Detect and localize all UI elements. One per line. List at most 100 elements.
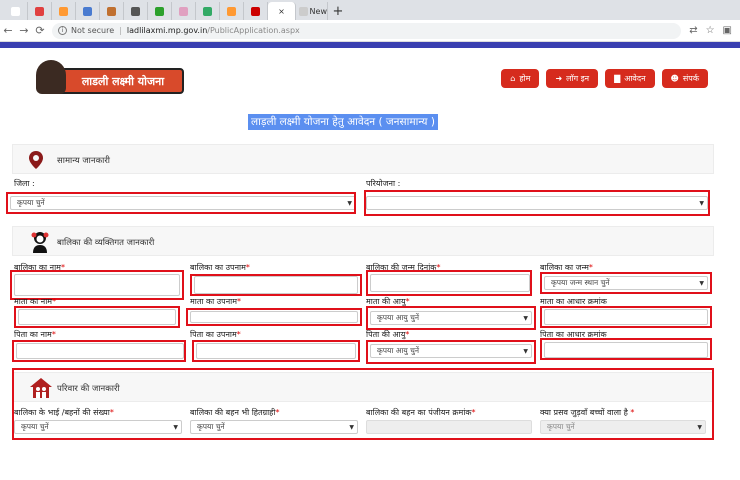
required-mark: * xyxy=(52,297,57,306)
browser-tab-new[interactable]: New xyxy=(296,2,328,20)
tab-favicon-icon xyxy=(107,6,116,16)
tab-favicon-icon xyxy=(203,6,212,16)
highlight-box xyxy=(540,272,712,294)
browser-tab[interactable] xyxy=(220,2,244,20)
tab-close-icon[interactable]: × xyxy=(278,7,285,16)
highlight-box xyxy=(186,308,362,326)
highlight-box xyxy=(366,340,536,364)
required-mark: * xyxy=(405,297,410,306)
personal-section-title: बालिका की व्यक्तिगत जानकारी xyxy=(57,238,155,248)
mother-surname-label-text: माता का उपनाम xyxy=(190,297,238,306)
highlight-box xyxy=(540,338,712,360)
back-icon[interactable]: ← xyxy=(0,24,16,37)
highlight-box xyxy=(14,306,180,328)
tab-favicon-icon xyxy=(155,6,164,16)
logo-figure-icon xyxy=(36,60,66,94)
logo-banner: लाडली लक्ष्मी योजना xyxy=(54,68,184,94)
tab-favicon-icon xyxy=(59,6,68,16)
required-mark: * xyxy=(236,330,241,339)
tab-favicon-icon xyxy=(251,6,260,16)
general-section-title: सामान्य जानकारी xyxy=(57,156,111,166)
address-bar: ← → ⟳ i Not secure | ladlilaxmi.mp.gov.i… xyxy=(0,20,740,42)
reload-icon[interactable]: ⟳ xyxy=(32,24,48,37)
father-name-label-text: पिता का नाम xyxy=(14,330,52,339)
map-pin-icon xyxy=(29,151,43,169)
nav-button-label: आवेदन xyxy=(624,74,646,83)
tab-label: New xyxy=(309,6,327,16)
browser-tab[interactable] xyxy=(52,2,76,20)
new-tab-icon[interactable]: + xyxy=(328,2,348,20)
father-name-label: पिता का नाम* xyxy=(14,329,56,340)
father-surname-label: पिता का उपनाम* xyxy=(190,329,241,340)
highlight-box xyxy=(6,192,356,214)
browser-tab[interactable] xyxy=(148,2,172,20)
required-mark: * xyxy=(245,263,250,272)
browser-tab[interactable] xyxy=(124,2,148,20)
tab-favicon-icon xyxy=(179,6,188,16)
translate-icon[interactable]: ⇄ xyxy=(689,25,697,36)
personal-section-header: बालिका की व्यक्तिगत जानकारी xyxy=(12,226,714,256)
browser-tab[interactable] xyxy=(100,2,124,20)
browser-tab[interactable] xyxy=(28,2,52,20)
browser-tab-active[interactable]: × xyxy=(268,2,296,20)
nav-button-0[interactable]: ⌂ होम xyxy=(501,69,540,88)
browser-tab[interactable] xyxy=(172,2,196,20)
highlight-box xyxy=(540,306,712,328)
main-nav: ⌂ होम ➜ लॉग इन ▇ आवेदन ☻ संपर्क xyxy=(501,69,708,88)
tab-favicon-icon xyxy=(131,6,140,16)
highlight-box xyxy=(12,368,714,440)
nav-button-label: लॉग इन xyxy=(566,74,590,83)
browser-tab[interactable] xyxy=(76,2,100,20)
mother-name-label-text: माता का नाम xyxy=(14,297,53,306)
father-surname-label-text: पिता का उपनाम xyxy=(190,330,237,339)
project-label: परियोजना : xyxy=(366,179,401,188)
girl-surname-label-text: बालिका का उपनाम xyxy=(190,263,246,272)
browser-tab[interactable] xyxy=(196,2,220,20)
browser-tab[interactable] xyxy=(4,2,28,20)
url-input[interactable]: i Not secure | ladlilaxmi.mp.gov.in /Pub… xyxy=(52,22,682,39)
forward-icon[interactable]: → xyxy=(16,24,32,37)
tab-favicon-icon xyxy=(83,6,92,16)
required-mark: * xyxy=(51,330,56,339)
required-mark: * xyxy=(588,263,593,272)
tab-favicon-icon xyxy=(299,6,308,16)
girl-icon xyxy=(31,232,49,253)
site-logo[interactable]: लाडली लक्ष्मी योजना xyxy=(36,58,186,98)
info-icon[interactable]: i xyxy=(58,26,67,35)
nav-button-label: होम xyxy=(519,74,531,83)
nav-button-3[interactable]: ☻ संपर्क xyxy=(661,69,708,88)
highlight-box xyxy=(366,270,532,296)
girl-surname-label: बालिका का उपनाम* xyxy=(190,262,250,273)
required-mark: * xyxy=(237,297,242,306)
login-icon: ➜ xyxy=(555,74,563,83)
home-icon: ⌂ xyxy=(510,74,516,83)
browser-tab[interactable] xyxy=(244,2,268,20)
tab-favicon-icon xyxy=(11,6,20,16)
highlight-box xyxy=(364,190,710,216)
tab-favicon-icon xyxy=(227,6,236,16)
district-label: जिला : xyxy=(14,179,35,188)
page-title: लाड़ली लक्ष्मी योजना हेतु आवेदन ( जनसामा… xyxy=(248,114,438,130)
url-host: ladlilaxmi.mp.gov.in xyxy=(126,26,208,35)
nav-button-1[interactable]: ➜ लॉग इन xyxy=(546,69,599,88)
mother-surname-label: माता का उपनाम* xyxy=(190,296,241,307)
bookmark-star-icon[interactable]: ☆ xyxy=(706,25,715,36)
father-age-label-text: पिता की आयु xyxy=(366,330,406,339)
nav-button-2[interactable]: ▇ आवेदन xyxy=(605,69,655,88)
contact-icon: ☻ xyxy=(670,74,679,83)
site-header: लाडली लक्ष्मी योजना ⌂ होम ➜ लॉग इन ▇ आवेदन ☻ सं… xyxy=(0,48,740,106)
url-separator: | xyxy=(119,26,122,35)
document-icon: ▇ xyxy=(614,74,621,83)
url-path: /PublicApplication.aspx xyxy=(207,26,300,35)
extensions-icon[interactable]: ▣ xyxy=(723,25,732,36)
browser-tab-strip: × New + xyxy=(0,0,740,20)
highlight-box xyxy=(192,340,360,362)
nav-button-label: संपर्क xyxy=(682,74,699,83)
highlight-box xyxy=(190,274,362,296)
mother-age-label-text: माता की आयु xyxy=(366,297,406,306)
highlight-box xyxy=(366,306,536,330)
highlight-box xyxy=(12,340,186,362)
security-status: Not secure xyxy=(71,26,115,35)
birth-place-label-text: बालिका का जन्म xyxy=(540,263,589,272)
required-mark: * xyxy=(405,330,410,339)
